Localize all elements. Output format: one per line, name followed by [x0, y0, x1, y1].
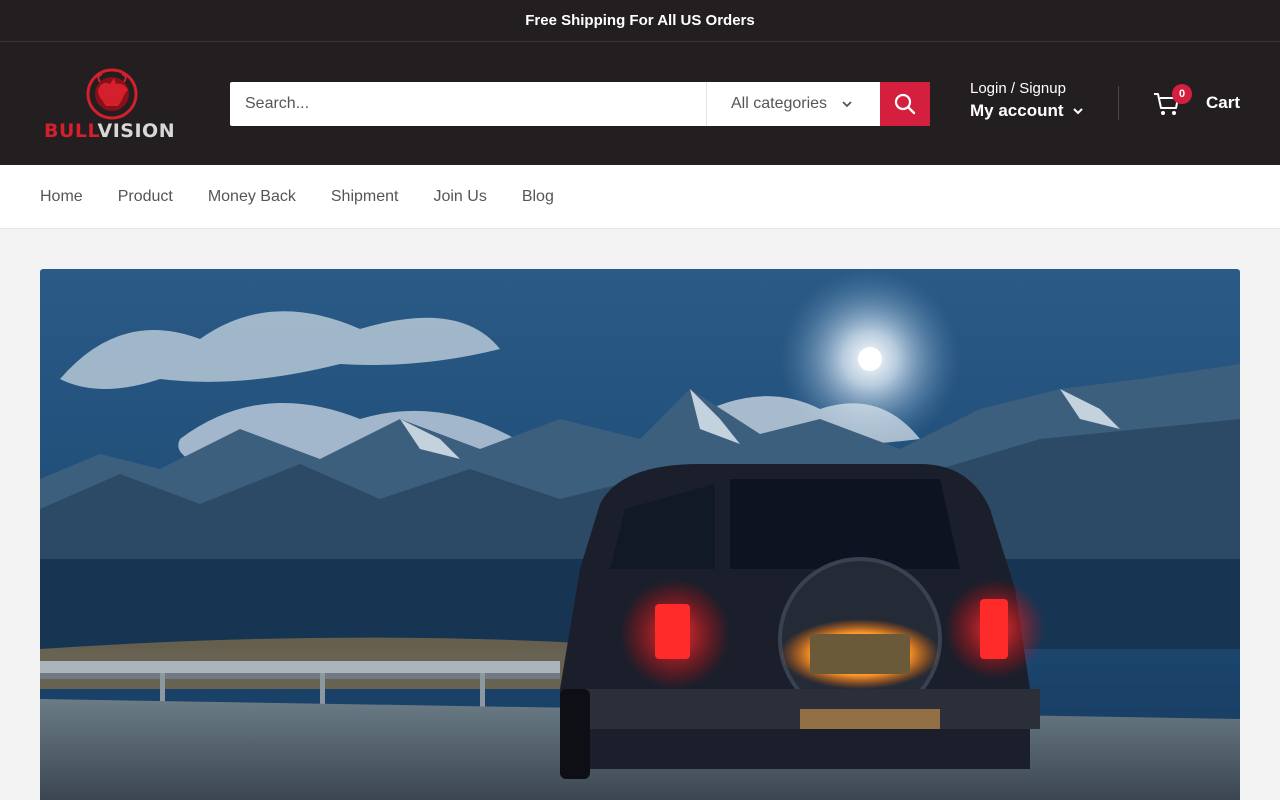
chevron-down-icon: [842, 101, 852, 108]
brand-logo[interactable]: BULLVISION: [40, 64, 190, 144]
nav-item-home[interactable]: Home: [40, 188, 83, 206]
announcement-text: Free Shipping For All US Orders: [525, 12, 755, 29]
category-select[interactable]: All categories: [706, 82, 880, 126]
header-divider: [1118, 86, 1119, 120]
cart-count-badge: 0: [1172, 84, 1192, 104]
nav-item-join-us[interactable]: Join Us: [433, 188, 486, 206]
nav-item-blog[interactable]: Blog: [522, 188, 554, 206]
hero-night-suv-image: [40, 269, 1240, 800]
my-account-label: My account: [970, 101, 1064, 120]
brand-wordmark: BULLVISION: [44, 120, 175, 142]
search-bar: All categories: [230, 82, 930, 126]
category-select-value: All categories: [731, 95, 828, 112]
search-input[interactable]: [230, 82, 706, 126]
login-signup-link[interactable]: Login / Signup: [970, 80, 1084, 97]
brand-wordmark-part1: BULL: [44, 120, 98, 142]
account-menu[interactable]: Login / Signup My account: [970, 80, 1084, 121]
my-account-toggle[interactable]: My account: [970, 101, 1084, 121]
nav-item-money-back[interactable]: Money Back: [208, 188, 296, 206]
nav-item-shipment[interactable]: Shipment: [331, 188, 399, 206]
cart-link[interactable]: 0 Cart: [1152, 84, 1241, 120]
bull-logo-icon: [86, 68, 138, 120]
search-button[interactable]: [880, 82, 930, 126]
search-icon: [894, 93, 916, 115]
chevron-down-icon: [1072, 108, 1083, 115]
brand-wordmark-part2: VISION: [97, 120, 176, 142]
cart-label: Cart: [1206, 93, 1241, 112]
hero-banner-image[interactable]: [40, 269, 1240, 800]
main-nav: Home Product Money Back Shipment Join Us…: [0, 165, 1280, 229]
nav-item-product[interactable]: Product: [118, 188, 173, 206]
site-header: BULLVISION All categories Login / Signup…: [0, 42, 1280, 165]
announcement-bar: Free Shipping For All US Orders: [0, 0, 1280, 42]
